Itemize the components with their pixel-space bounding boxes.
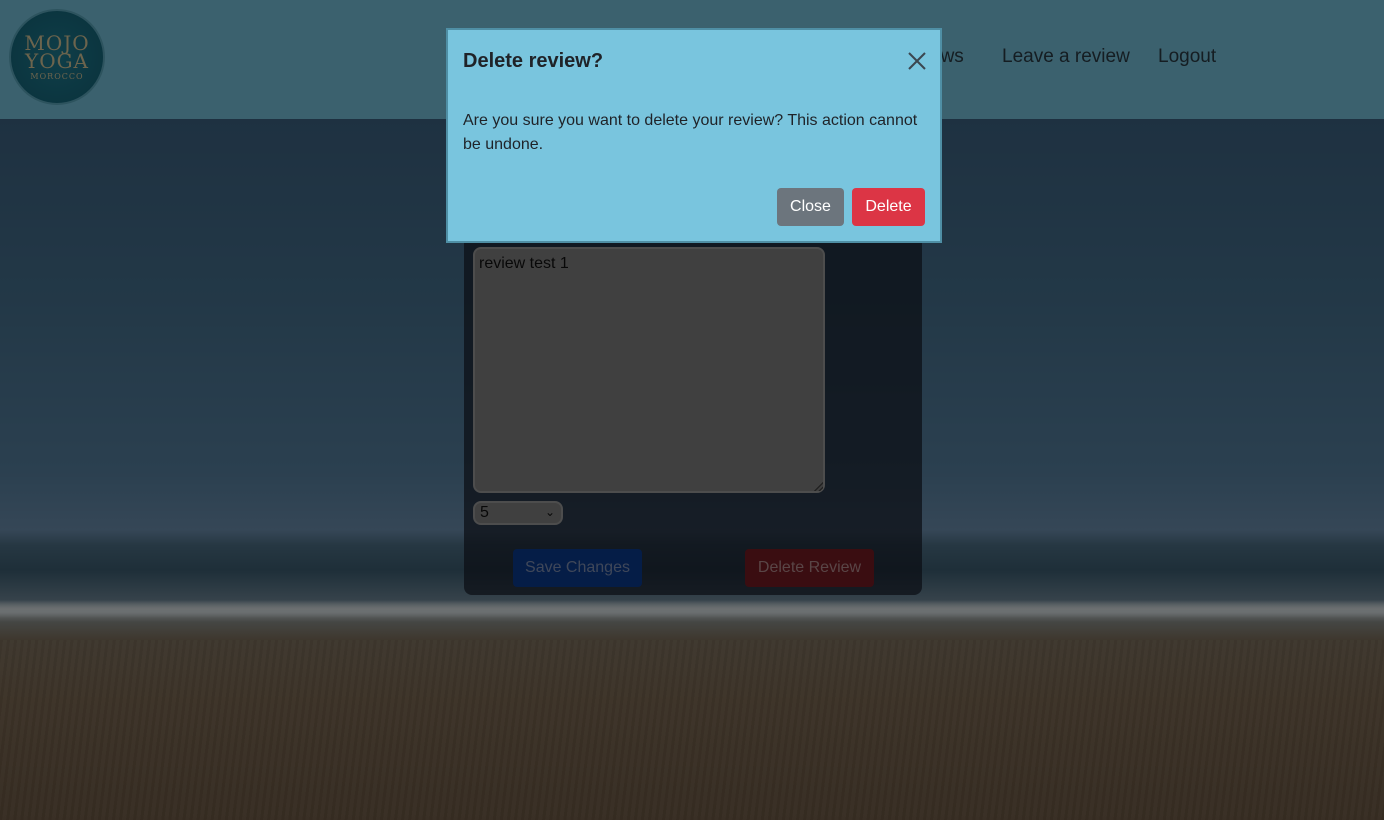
delete-review-modal: Delete review? Are you sure you want to … (446, 28, 942, 243)
modal-delete-button[interactable]: Delete (852, 188, 925, 226)
close-icon[interactable] (906, 50, 928, 72)
modal-title: Delete review? (463, 50, 604, 72)
modal-close-button[interactable]: Close (777, 188, 844, 226)
modal-body-text: Are you sure you want to delete your rev… (463, 112, 918, 153)
